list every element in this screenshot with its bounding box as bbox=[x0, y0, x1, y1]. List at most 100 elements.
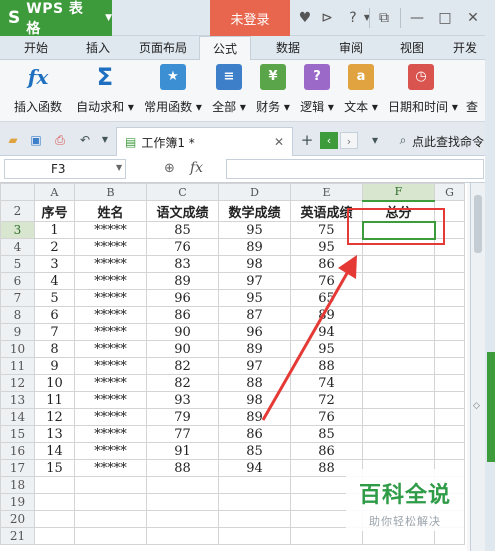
undo-icon[interactable]: ↶ bbox=[78, 133, 92, 147]
cell[interactable] bbox=[434, 255, 465, 273]
cell[interactable]: ***** bbox=[74, 459, 147, 477]
cell[interactable] bbox=[434, 408, 465, 426]
row-header[interactable]: 5 bbox=[0, 255, 35, 273]
cell[interactable]: 89 bbox=[146, 272, 219, 290]
cell[interactable] bbox=[218, 527, 291, 545]
cell[interactable]: 15 bbox=[34, 459, 75, 477]
cell[interactable]: 98 bbox=[218, 391, 291, 409]
help-chevron-icon[interactable]: ▼ bbox=[358, 9, 376, 27]
cell[interactable] bbox=[218, 476, 291, 494]
scroll-split-icon[interactable]: ◇ bbox=[473, 401, 480, 411]
cell[interactable]: 86 bbox=[290, 255, 363, 273]
cell[interactable] bbox=[434, 391, 465, 409]
column-header[interactable]: G bbox=[434, 183, 465, 201]
cell[interactable] bbox=[434, 272, 465, 290]
cell[interactable] bbox=[362, 306, 435, 324]
row-header[interactable]: 19 bbox=[0, 493, 35, 511]
header-cell[interactable]: 数学成绩 bbox=[218, 200, 291, 222]
cell[interactable] bbox=[362, 323, 435, 341]
row-header[interactable]: 21 bbox=[0, 527, 35, 545]
cell[interactable] bbox=[434, 357, 465, 375]
cell[interactable]: 88 bbox=[290, 357, 363, 375]
cell[interactable]: 76 bbox=[290, 408, 363, 426]
cell[interactable]: 85 bbox=[146, 221, 219, 239]
cell[interactable]: ***** bbox=[74, 323, 147, 341]
cell[interactable] bbox=[74, 493, 147, 511]
cell[interactable]: 97 bbox=[218, 357, 291, 375]
cell[interactable]: ***** bbox=[74, 357, 147, 375]
minimize-icon[interactable]: — bbox=[408, 9, 426, 27]
text-functions-button[interactable]: a 文本 ▾ bbox=[342, 64, 380, 120]
cell[interactable]: 89 bbox=[218, 340, 291, 358]
previous-tab-button[interactable]: ‹ bbox=[320, 132, 338, 149]
cell[interactable] bbox=[362, 272, 435, 290]
row-header[interactable]: 8 bbox=[0, 306, 35, 324]
name-box[interactable]: F3 bbox=[4, 159, 126, 179]
cell[interactable]: 86 bbox=[290, 442, 363, 460]
skin-icon[interactable]: ♥ bbox=[296, 9, 314, 27]
row-header[interactable]: 18 bbox=[0, 476, 35, 494]
row-header[interactable]: 7 bbox=[0, 289, 35, 307]
select-all-corner[interactable] bbox=[0, 183, 35, 201]
logic-functions-button[interactable]: ? 逻辑 ▾ bbox=[298, 64, 336, 120]
row-header[interactable]: 9 bbox=[0, 323, 35, 341]
cell[interactable]: 86 bbox=[146, 306, 219, 324]
side-panel-toggle[interactable] bbox=[487, 352, 495, 462]
cell[interactable] bbox=[218, 510, 291, 528]
cell[interactable] bbox=[34, 527, 75, 545]
cell[interactable]: 88 bbox=[218, 374, 291, 392]
auto-sum-button[interactable]: Σ 自动求和 ▾ bbox=[74, 64, 136, 120]
cell[interactable]: 85 bbox=[290, 425, 363, 443]
zoom-search-icon[interactable]: ⊕ bbox=[164, 161, 175, 176]
new-tab-icon[interactable]: + bbox=[300, 133, 314, 148]
cell[interactable]: ***** bbox=[74, 255, 147, 273]
cell[interactable]: 95 bbox=[218, 289, 291, 307]
cell[interactable]: 89 bbox=[290, 306, 363, 324]
cell[interactable]: 93 bbox=[146, 391, 219, 409]
cell[interactable]: ***** bbox=[74, 425, 147, 443]
cell[interactable]: 10 bbox=[34, 374, 75, 392]
cell[interactable] bbox=[434, 306, 465, 324]
all-functions-button[interactable]: ≡ 全部 ▾ bbox=[210, 64, 248, 120]
cell[interactable]: 77 bbox=[146, 425, 219, 443]
column-header[interactable]: A bbox=[34, 183, 75, 201]
cell[interactable] bbox=[34, 493, 75, 511]
tab-review[interactable]: 审阅 bbox=[325, 36, 377, 60]
cell[interactable]: 98 bbox=[218, 255, 291, 273]
row-header[interactable]: 2 bbox=[0, 200, 35, 222]
column-header[interactable]: E bbox=[290, 183, 363, 201]
cell[interactable] bbox=[218, 493, 291, 511]
quick-access-chevron-icon[interactable]: ▼ bbox=[98, 133, 112, 147]
row-header[interactable]: 6 bbox=[0, 272, 35, 290]
cell[interactable]: 9 bbox=[34, 357, 75, 375]
row-header[interactable]: 20 bbox=[0, 510, 35, 528]
next-tab-button[interactable]: › bbox=[340, 132, 358, 149]
cell[interactable]: 12 bbox=[34, 408, 75, 426]
insert-function-button[interactable]: fx 插入函数 bbox=[8, 64, 68, 120]
cell[interactable]: 82 bbox=[146, 374, 219, 392]
header-cell[interactable]: 姓名 bbox=[74, 200, 147, 222]
cell[interactable]: 65 bbox=[290, 289, 363, 307]
cell[interactable]: ***** bbox=[74, 272, 147, 290]
cell[interactable]: 87 bbox=[218, 306, 291, 324]
cell[interactable]: 79 bbox=[146, 408, 219, 426]
cell[interactable]: 1 bbox=[34, 221, 75, 239]
row-header[interactable]: 17 bbox=[0, 459, 35, 477]
cell[interactable] bbox=[362, 374, 435, 392]
open-folder-icon[interactable]: ▰ bbox=[6, 133, 20, 147]
tab-view[interactable]: 视图 bbox=[386, 36, 438, 60]
close-tab-icon[interactable]: ✕ bbox=[274, 135, 284, 149]
column-header[interactable]: B bbox=[74, 183, 147, 201]
cell[interactable]: 86 bbox=[218, 425, 291, 443]
cell[interactable] bbox=[74, 527, 147, 545]
cell[interactable]: 85 bbox=[218, 442, 291, 460]
tab-insert[interactable]: 插入 bbox=[74, 36, 122, 60]
save-icon[interactable]: ▣ bbox=[29, 133, 43, 147]
cell[interactable] bbox=[362, 289, 435, 307]
formula-input[interactable] bbox=[226, 159, 484, 179]
cell[interactable] bbox=[146, 510, 219, 528]
cell[interactable]: 94 bbox=[290, 323, 363, 341]
cell[interactable]: ***** bbox=[74, 340, 147, 358]
cell[interactable] bbox=[146, 527, 219, 545]
tab-list-icon[interactable]: ▾ bbox=[368, 133, 382, 147]
